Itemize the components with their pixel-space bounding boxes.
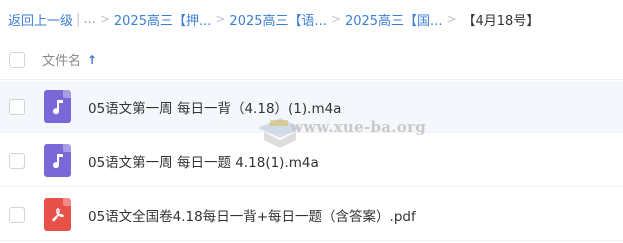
chevron-right-icon: > [215, 12, 226, 26]
name-column-header[interactable]: 文件名 ↑ [42, 50, 97, 70]
chevron-right-icon: > [330, 12, 341, 26]
file-name[interactable]: 05语文全国卷4.18每日一背+每日一题（含答案）.pdf [88, 205, 416, 225]
breadcrumb-item[interactable]: 2025高三【押... [114, 10, 211, 29]
file-name[interactable]: 05语文第一周 每日一题 4.18(1).m4a [88, 151, 319, 171]
chevron-right-icon: > [99, 12, 110, 26]
music-note-icon [44, 90, 71, 123]
pdf-icon [44, 198, 71, 231]
row-checkbox[interactable] [9, 206, 25, 223]
music-note-icon [44, 144, 71, 177]
file-row[interactable]: 05语文第一周 每日一题 4.18(1).m4a [0, 135, 623, 187]
file-name[interactable]: 05语文第一周 每日一背（4.18）(1).m4a [88, 97, 341, 117]
breadcrumb-divider: | [76, 11, 81, 27]
sort-ascending-icon[interactable]: ↑ [87, 53, 97, 67]
breadcrumb-item[interactable]: 2025高三【国... [345, 10, 442, 29]
breadcrumb-ellipsis[interactable]: ... [83, 12, 95, 27]
select-all-checkbox[interactable] [9, 51, 25, 68]
breadcrumb-item[interactable]: 2025高三【语... [229, 10, 326, 29]
row-checkbox[interactable] [9, 152, 25, 169]
row-checkbox[interactable] [9, 98, 25, 115]
back-link[interactable]: 返回上一级 [8, 10, 73, 29]
chevron-right-icon: > [446, 12, 457, 26]
name-column-label: 文件名 [42, 54, 82, 69]
breadcrumb: 返回上一级 | ... > 2025高三【押... > 2025高三【语... … [8, 8, 619, 30]
file-row[interactable]: 05语文全国卷4.18每日一背+每日一题（含答案）.pdf [0, 189, 623, 241]
file-list-header: 文件名 ↑ [0, 40, 623, 80]
breadcrumb-current: 【4月18号】 [462, 13, 540, 29]
watermark-text: www.xue-ba.org [290, 118, 427, 136]
